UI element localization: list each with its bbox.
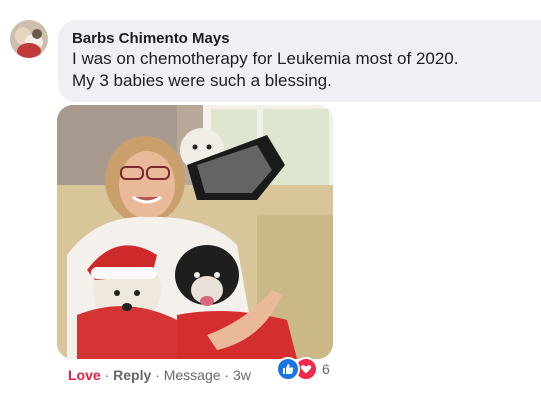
avatar-image	[10, 20, 48, 58]
love-link[interactable]: Love	[68, 367, 101, 383]
comment-actions: Love · Reply · Message · 3w	[68, 366, 251, 384]
like-icon	[276, 357, 300, 381]
separator: ·	[155, 367, 164, 383]
comment-text-line-2: My 3 babies were such a blessing.	[72, 71, 332, 90]
separator: ·	[104, 367, 114, 383]
comment-author[interactable]: Barbs Chimento Mays	[72, 30, 529, 48]
separator: ·	[224, 367, 233, 383]
reaction-summary[interactable]: 6	[276, 357, 330, 381]
reaction-count: 6	[322, 361, 330, 377]
comment-timestamp[interactable]: 3w	[233, 367, 251, 383]
message-link[interactable]: Message	[164, 367, 221, 383]
commenter-avatar[interactable]	[10, 20, 48, 58]
photo-image	[57, 105, 333, 359]
comment-bubble: Barbs Chimento Mays I was on chemotherap…	[58, 20, 541, 102]
reply-link[interactable]: Reply	[113, 367, 151, 383]
comment-photo[interactable]	[57, 105, 333, 359]
comment-text-line-1: I was on chemotherapy for Leukemia most …	[72, 49, 459, 68]
